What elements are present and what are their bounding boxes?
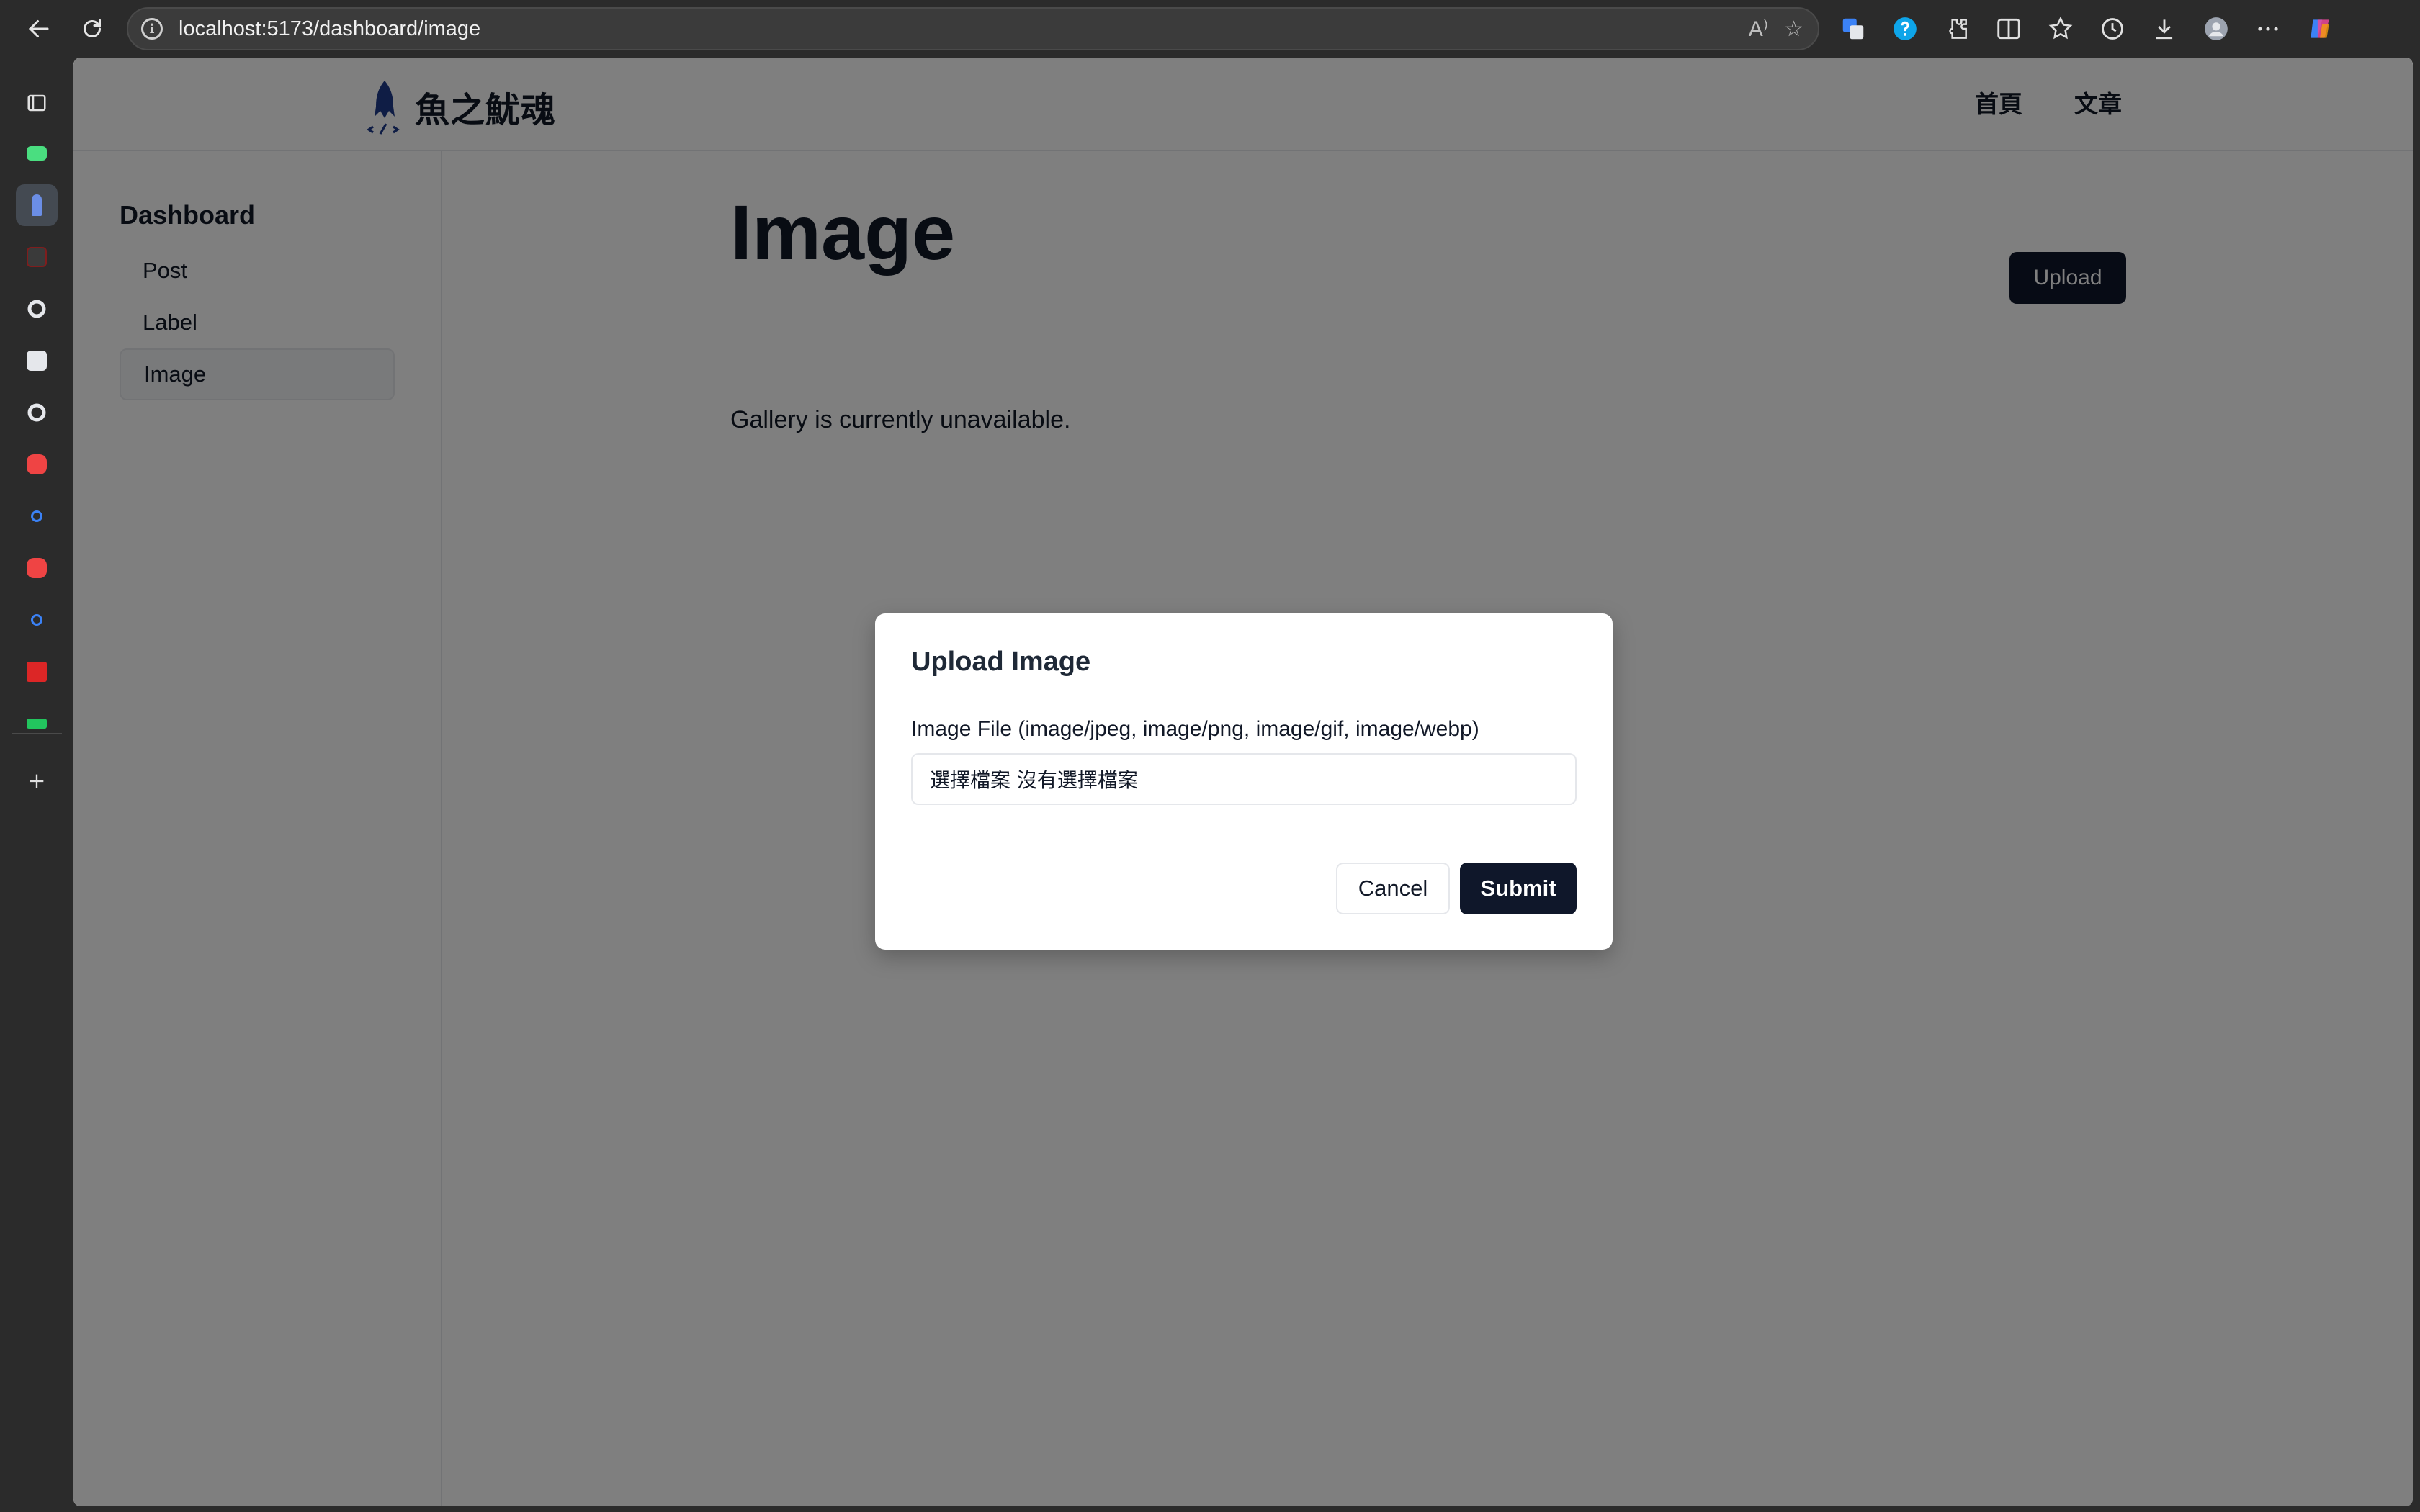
download-icon[interactable] xyxy=(2148,12,2181,45)
tab-favicon-squid-active[interactable] xyxy=(16,184,58,226)
address-bar[interactable]: i localhost:5173/dashboard/image A⁾ ☆ xyxy=(127,7,1819,50)
tab-favicon-red-book[interactable] xyxy=(16,651,58,693)
tab-favicon-github[interactable] xyxy=(16,288,58,330)
tab-favicon-w[interactable] xyxy=(16,703,58,744)
translate-icon[interactable] xyxy=(1837,12,1870,45)
image-file-input[interactable]: 選擇檔案 沒有選擇檔案 xyxy=(911,753,1577,805)
favorite-star-icon[interactable]: ☆ xyxy=(1784,17,1803,42)
tab-favicon-green[interactable] xyxy=(16,132,58,174)
submit-button[interactable]: Submit xyxy=(1460,863,1577,914)
dialog-title: Upload Image xyxy=(911,647,1091,677)
vertical-tabs-sidebar xyxy=(0,58,73,1512)
tab-favicon-search-2[interactable] xyxy=(16,599,58,641)
tab-favicon-svelte[interactable] xyxy=(16,444,58,485)
tab-favicon-red-slash[interactable] xyxy=(16,236,58,278)
image-file-label: Image File (image/jpeg, image/png, image… xyxy=(911,717,1479,741)
tab-favicon-pen[interactable] xyxy=(16,340,58,382)
upload-image-dialog: Upload Image Image File (image/jpeg, ima… xyxy=(875,613,1613,950)
cancel-button[interactable]: Cancel xyxy=(1336,863,1450,914)
reload-icon xyxy=(84,19,101,37)
history-icon[interactable] xyxy=(2096,12,2129,45)
more-options-icon[interactable] xyxy=(2251,12,2285,45)
favorites-icon[interactable] xyxy=(2044,12,2077,45)
tab-favicon-svelte-2[interactable] xyxy=(16,547,58,589)
profile-avatar-icon[interactable] xyxy=(2200,12,2233,45)
tab-favicon-search[interactable] xyxy=(16,495,58,537)
tab-favicon-github-2[interactable] xyxy=(16,392,58,433)
back-button[interactable] xyxy=(20,10,58,48)
url-text: localhost:5173/dashboard/image xyxy=(179,17,481,40)
new-tab-plus-icon[interactable] xyxy=(16,760,58,802)
extensions-puzzle-icon[interactable] xyxy=(1940,12,1973,45)
tabs-divider xyxy=(12,733,62,734)
tab-actions-icon[interactable] xyxy=(16,82,58,124)
browser-toolbar: i localhost:5173/dashboard/image A⁾ ☆ xyxy=(0,0,2420,58)
info-icon[interactable]: i xyxy=(141,18,163,40)
read-aloud-icon[interactable]: A⁾ xyxy=(1749,17,1768,42)
help-extension-icon[interactable] xyxy=(1888,12,1922,45)
reload-button[interactable] xyxy=(73,10,111,48)
split-screen-icon[interactable] xyxy=(1992,12,2025,45)
arrow-left-icon xyxy=(28,20,49,37)
copilot-icon[interactable] xyxy=(2303,12,2336,45)
